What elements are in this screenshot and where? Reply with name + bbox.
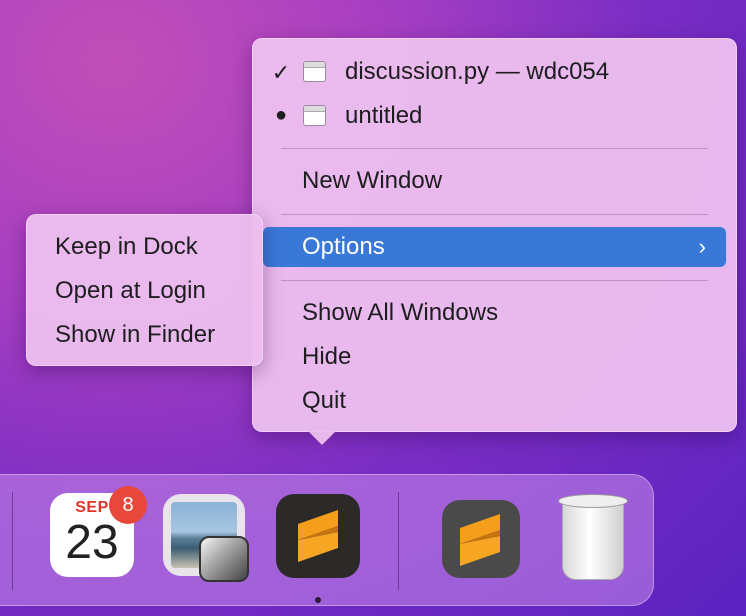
preview-icon[interactable]: [163, 494, 249, 582]
menu-item-label: New Window: [302, 167, 443, 194]
submenu-item-keep-in-dock[interactable]: Keep in Dock: [55, 233, 198, 261]
dock-context-menu: ✓ discussion.py — wdc054 ● untitled New …: [252, 38, 737, 445]
notification-badge: 8: [109, 486, 147, 524]
options-submenu: Keep in Dock Open at Login Show in Finde…: [26, 214, 263, 366]
menu-item-quit[interactable]: Quit: [263, 381, 726, 421]
menu-item-show-all-windows[interactable]: Show All Windows: [263, 293, 726, 333]
menu-item-window-discussion[interactable]: ✓ discussion.py — wdc054: [263, 52, 726, 92]
menu-item-label: Hide: [302, 343, 352, 370]
trash-can: [562, 500, 624, 580]
sublime-text-folder-icon[interactable]: [442, 500, 520, 578]
window-label: discussion.py — wdc054: [345, 58, 610, 85]
menu-separator: [281, 280, 708, 281]
submenu-item-open-at-login[interactable]: Open at Login: [55, 277, 206, 305]
sublime-logo-icon: [444, 502, 518, 576]
window-label: untitled: [345, 102, 423, 129]
menu-separator: [281, 148, 708, 149]
menu-item-new-window[interactable]: New Window: [263, 161, 726, 201]
window-icon: [303, 61, 326, 82]
trash-rim: [558, 494, 628, 508]
bullet-icon: ●: [274, 104, 288, 126]
calendar-day: 23: [65, 516, 119, 569]
menu-item-label: Quit: [302, 387, 347, 414]
sublime-text-icon[interactable]: [276, 494, 360, 578]
running-indicator: [315, 597, 321, 603]
chevron-right-icon: ›: [698, 234, 706, 259]
submenu-item-show-in-finder[interactable]: Show in Finder: [55, 321, 215, 349]
sublime-logo-icon: [298, 510, 338, 562]
trash-icon[interactable]: [556, 486, 628, 580]
window-icon: [303, 105, 326, 126]
dock-divider: [12, 492, 13, 590]
menu-item-window-untitled[interactable]: ● untitled: [263, 96, 726, 136]
menu-separator: [281, 214, 708, 215]
menu-item-hide[interactable]: Hide: [263, 337, 726, 377]
magnifier-icon: [199, 536, 249, 582]
dock-divider: [398, 492, 399, 590]
checkmark-icon: ✓: [271, 60, 291, 85]
menu-item-label: Options: [302, 233, 385, 260]
menu-pointer: [308, 431, 336, 445]
menu-item-label: Show All Windows: [302, 299, 499, 326]
menu-item-options[interactable]: Options ›: [263, 227, 726, 267]
